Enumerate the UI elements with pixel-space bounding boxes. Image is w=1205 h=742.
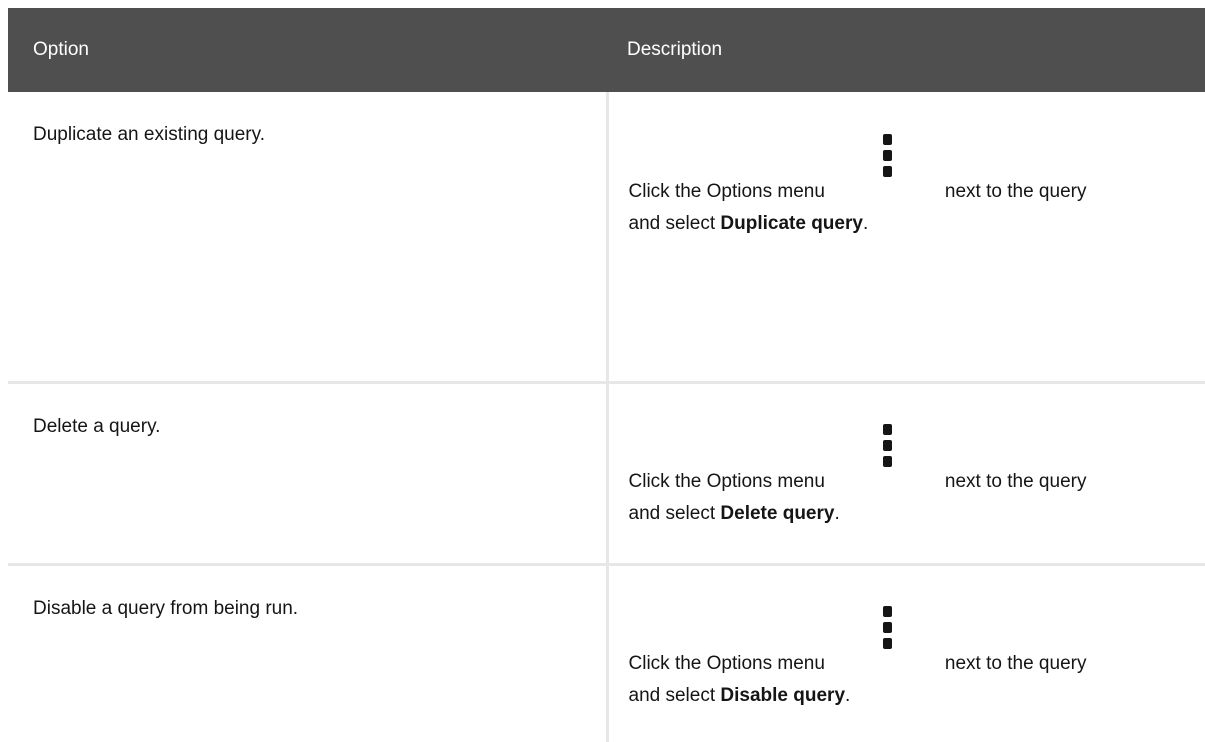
table-header-row: Option Description <box>8 8 1205 92</box>
header-option: Option <box>33 39 89 60</box>
description-line2-prefix: and select <box>628 684 721 706</box>
options-table-container: Option Description Duplicate an existing… <box>8 8 1205 742</box>
table-row: Disable a query from being run. Click th… <box>8 562 1205 742</box>
description-end: . <box>845 684 851 706</box>
description-suffix: next to the query <box>944 181 1087 202</box>
description-suffix: next to the query <box>944 470 1087 492</box>
action-label: Disable query <box>720 684 846 706</box>
description-end: . <box>862 213 869 234</box>
action-label: Delete query <box>720 502 835 524</box>
description-line-2: and select Duplicate query. <box>629 208 1205 240</box>
options-table: Option Description Duplicate an existing… <box>8 8 1205 742</box>
action-label: Duplicate query <box>720 213 863 234</box>
description-line-1: Click the Options menu next to the query <box>628 134 1205 208</box>
description-line-1: Click the Options menu next to the query <box>628 423 1205 498</box>
description-line2-prefix: and select <box>628 502 721 524</box>
description-line-1: Click the Options menu next to the query <box>628 605 1205 680</box>
option-cell: Duplicate an existing query. <box>8 92 609 382</box>
kebab-menu-icon <box>871 423 911 476</box>
description-suffix: next to the query <box>944 652 1087 674</box>
option-cell: Disable a query from being run. <box>8 562 609 742</box>
header-description: Description <box>627 39 723 60</box>
description-prefix: Click the Options menu <box>628 181 825 202</box>
description-line2-prefix: and select <box>628 213 721 234</box>
kebab-menu-icon <box>871 134 911 186</box>
table-row: Duplicate an existing query. Click the O… <box>8 92 1205 382</box>
description-prefix: Click the Options menu <box>628 652 825 674</box>
description-cell: Click the Options menu next to the query… <box>607 380 1205 564</box>
description-end: . <box>834 502 840 524</box>
description-line-2: and select Disable query. <box>629 680 1205 712</box>
option-cell: Delete a query. <box>8 380 609 564</box>
description-cell: Click the Options menu next to the query… <box>607 92 1205 382</box>
description-prefix: Click the Options menu <box>628 470 825 492</box>
description-line-2: and select Delete query. <box>629 498 1205 530</box>
description-cell: Click the Options menu next to the query… <box>607 562 1205 742</box>
kebab-menu-icon <box>871 605 911 658</box>
table-row: Delete a query. Click the Options menu n… <box>8 380 1205 564</box>
